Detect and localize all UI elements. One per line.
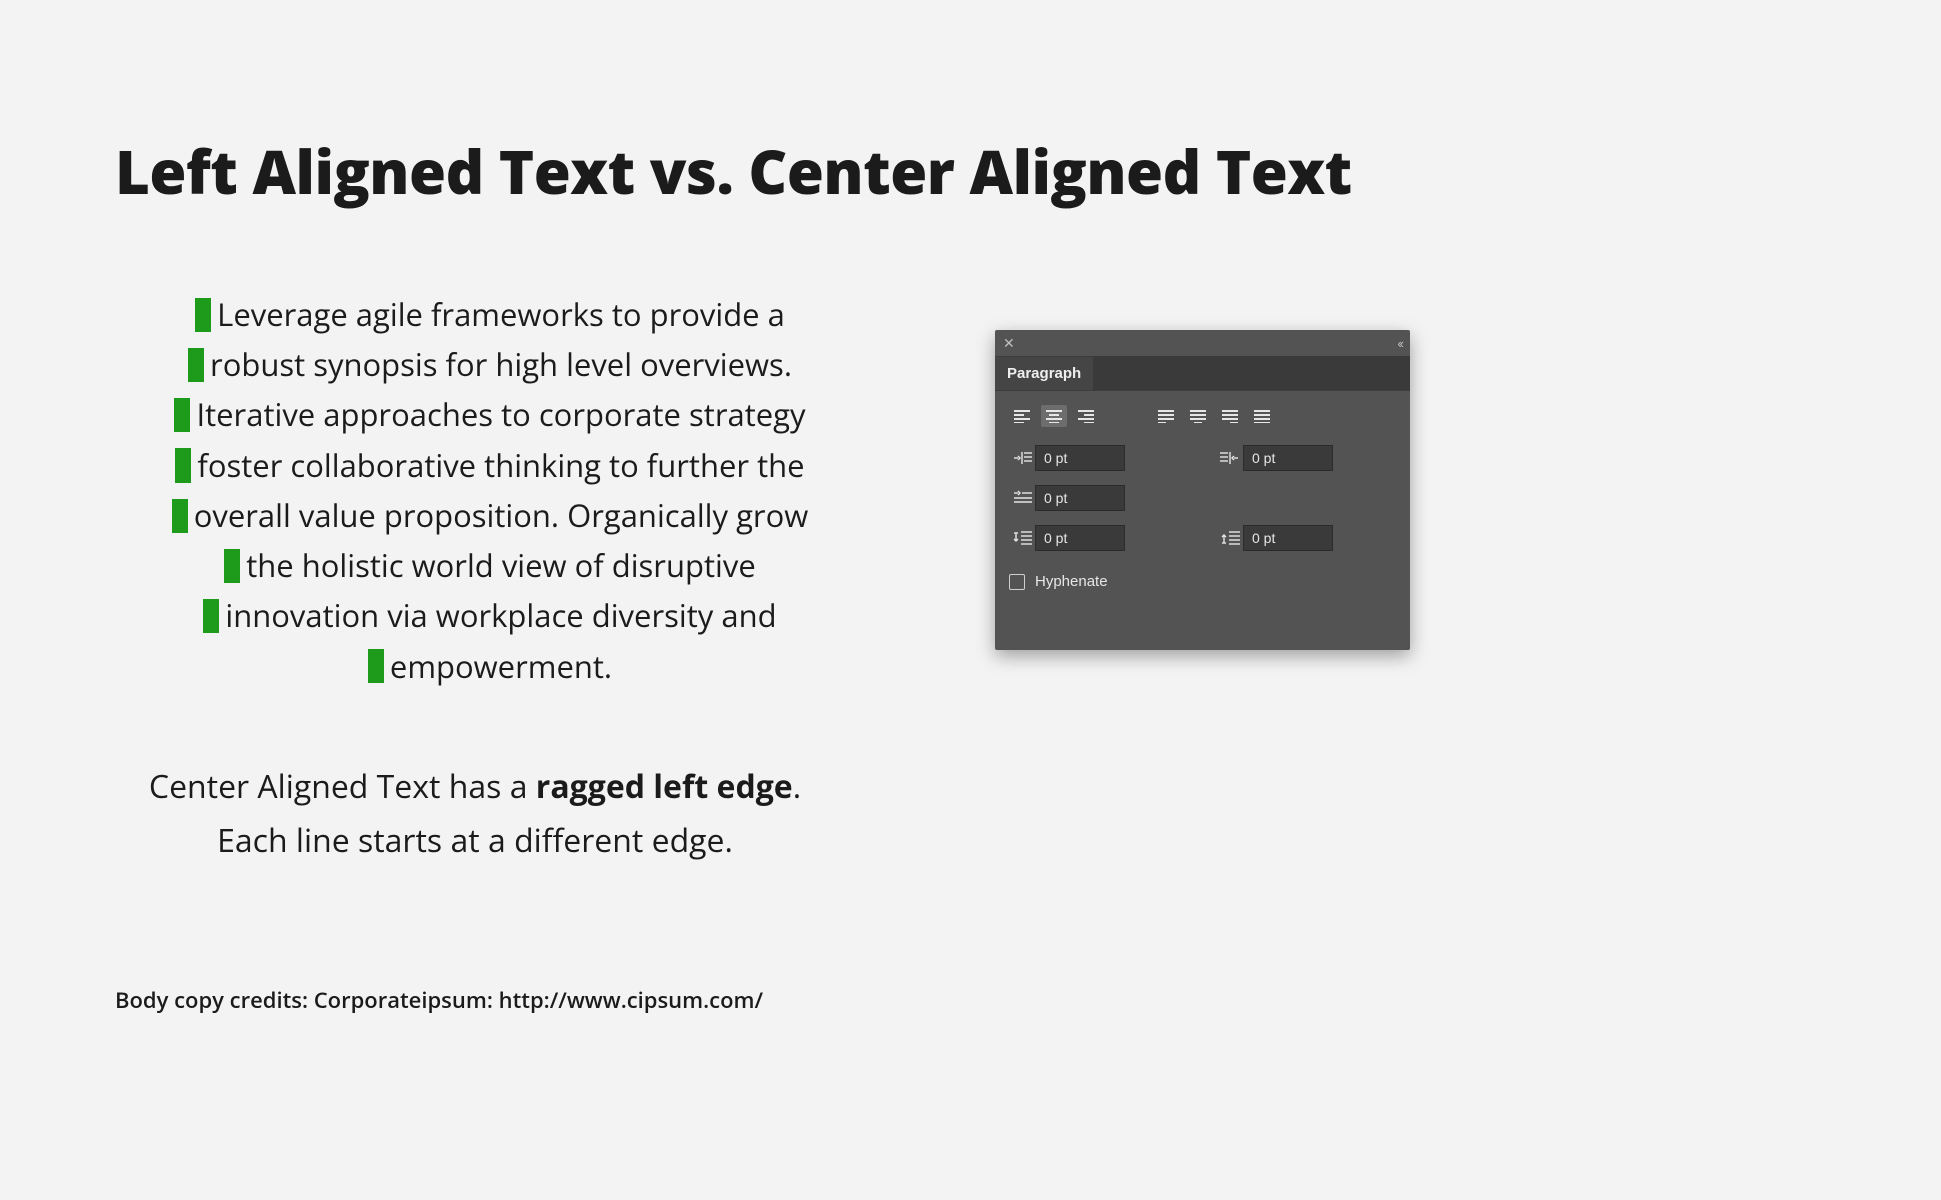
right-indent-icon [1217,450,1243,466]
caption-line-2: Each line starts at a different edge. [217,819,733,862]
left-indent-icon [1009,450,1035,466]
space-after-input[interactable] [1243,525,1333,551]
hyphenate-label: Hyphenate [1035,573,1108,590]
sample-line: innovation via workplace diversity and [203,591,776,641]
caption-text-tail: . [793,765,801,808]
page-title: Left Aligned Text vs. Center Aligned Tex… [115,130,1352,212]
sample-line: the holistic world view of disruptive [224,541,755,591]
justify-all-button[interactable] [1249,405,1275,427]
sample-line: foster collaborative thinking to further… [175,441,804,491]
space-after-icon [1217,530,1243,546]
justify-last-right-button[interactable] [1217,405,1243,427]
close-icon[interactable]: ✕ [1003,336,1015,350]
sample-line: robust synopsis for high level overviews… [188,340,792,390]
tab-paragraph[interactable]: Paragraph [995,356,1093,390]
align-left-button[interactable] [1009,405,1035,427]
first-line-indent-input[interactable] [1035,485,1125,511]
space-before-input[interactable] [1035,525,1125,551]
justify-last-center-button[interactable] [1185,405,1211,427]
tab-bar-filler [1093,356,1376,390]
caption-text: Center Aligned Text has a [149,765,536,808]
left-indent-input[interactable] [1035,445,1125,471]
right-indent-input[interactable] [1243,445,1333,471]
sample-line: empowerment. [368,642,612,692]
sample-line: Leverage agile frameworks to provide a [195,290,785,340]
credits-line: Body copy credits: Corporateipsum: http:… [115,985,763,1015]
sample-line: overall value proposition. Organically g… [172,491,809,541]
panel-menu-icon[interactable] [1376,356,1410,390]
caption-emphasis: ragged left edge [536,765,793,808]
align-right-button[interactable] [1073,405,1099,427]
align-center-button[interactable] [1041,405,1067,427]
sample-paragraph: Leverage agile frameworks to provide aro… [140,290,840,692]
paragraph-panel: ✕ ‹‹ Paragraph [995,330,1410,650]
justify-last-left-button[interactable] [1153,405,1179,427]
sample-line: Iterative approaches to corporate strate… [174,390,805,440]
space-before-icon [1009,530,1035,546]
hyphenate-checkbox[interactable] [1009,574,1025,590]
collapse-icon[interactable]: ‹‹ [1397,336,1402,351]
first-line-indent-icon [1009,490,1035,506]
explanation-caption: Center Aligned Text has a ragged left ed… [115,760,835,869]
